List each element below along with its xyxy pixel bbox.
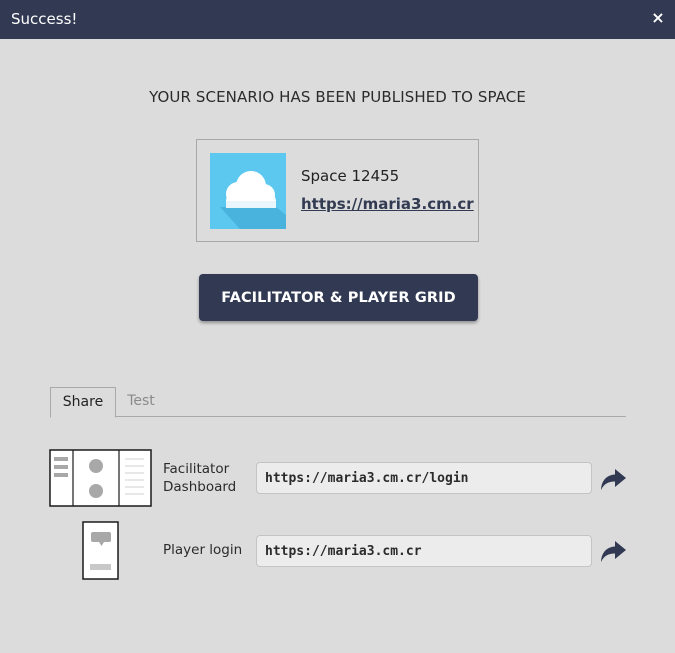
facilitator-player-grid-button[interactable]: FACILITATOR & PLAYER GRID <box>199 274 478 321</box>
space-thumbnail <box>210 153 286 229</box>
facilitator-label-line1: Facilitator <box>163 461 230 477</box>
player-url-field[interactable] <box>256 535 592 567</box>
success-dialog: Success! × YOUR SCENARIO HAS BEEN PUBLIS… <box>0 0 675 653</box>
share-arrow-icon[interactable] <box>599 465 627 493</box>
facilitator-url-field[interactable] <box>256 462 592 494</box>
dashboard-layout-icon <box>49 449 152 507</box>
tab-test[interactable]: Test <box>116 387 166 417</box>
space-name: Space 12455 <box>301 167 400 185</box>
cloud-icon <box>220 171 286 229</box>
facilitator-label-line2: Dashboard <box>163 479 237 495</box>
facilitator-dashboard-label: Facilitator Dashboard <box>163 460 236 496</box>
share-arrow-icon[interactable] <box>599 537 627 565</box>
tab-share[interactable]: Share <box>50 387 116 418</box>
player-device-icon <box>82 521 119 580</box>
space-card: Space 12455 https://maria3.cm.cr <box>196 139 479 242</box>
close-icon[interactable]: × <box>649 8 667 28</box>
dialog-title: Success! <box>11 10 78 28</box>
share-test-tabs: Share Test <box>50 387 626 418</box>
player-login-label: Player login <box>163 542 243 558</box>
space-link[interactable]: https://maria3.cm.cr <box>301 195 474 213</box>
publish-heading: YOUR SCENARIO HAS BEEN PUBLISHED TO SPAC… <box>149 88 526 106</box>
dialog-titlebar: Success! × <box>0 0 675 39</box>
